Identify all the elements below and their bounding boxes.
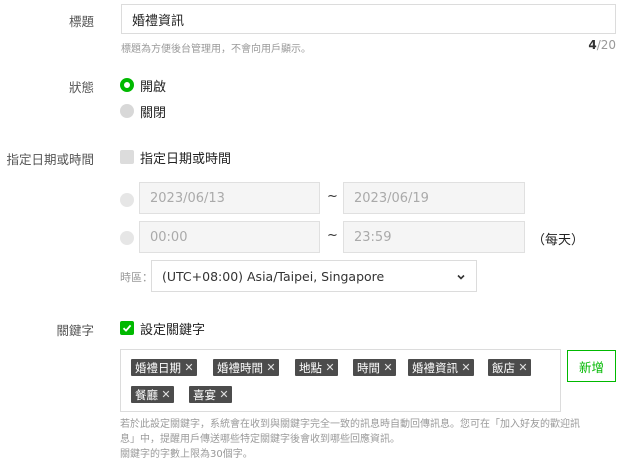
title-input[interactable]: 婚禮資訊 <box>121 4 616 34</box>
add-keyword-button[interactable]: 新增 <box>567 350 616 382</box>
status-label: 狀態 <box>68 80 94 95</box>
time-start-value: 00:00 <box>150 229 188 245</box>
date-start-value: 2023/06/13 <box>150 190 225 206</box>
date-range-tilde: ~ <box>327 189 338 204</box>
status-open-label[interactable]: 開啟 <box>140 76 166 95</box>
date-range-radio[interactable] <box>120 193 134 207</box>
close-icon[interactable]: ✕ <box>458 361 474 374</box>
date-end-value: 2023/06/19 <box>354 190 429 206</box>
close-icon[interactable]: ✕ <box>158 388 174 401</box>
keyword-tag-label: 喜宴 <box>193 387 216 402</box>
keyword-tag: 婚禮資訊 ✕ <box>408 359 474 376</box>
keyword-tag-label: 餐廳 <box>135 387 158 402</box>
datetime-label: 指定日期或時間 <box>6 152 94 167</box>
status-close-label[interactable]: 關閉 <box>140 102 166 121</box>
keyword-tags-box[interactable]: 婚禮日期 ✕ 婚禮時間 ✕ 地點 ✕ 時間 ✕ 婚禮資訊 ✕ 飯店 ✕ 餐廳 ✕ 喜宴 ✕ <box>120 349 561 412</box>
keyword-tag: 婚禮時間 ✕ <box>213 359 279 376</box>
close-icon[interactable]: ✕ <box>216 388 232 401</box>
checkmark-icon <box>122 324 132 332</box>
time-range-tilde: ~ <box>327 228 338 243</box>
datetime-checkbox-label[interactable]: 指定日期或時間 <box>140 148 231 167</box>
keyword-tag-label: 地點 <box>299 360 322 375</box>
keyword-tag: 喜宴 ✕ <box>189 386 232 403</box>
keyword-tag-label: 婚禮時間 <box>217 360 263 375</box>
title-input-value: 婚禮資訊 <box>132 13 185 29</box>
keyword-tag-label: 時間 <box>357 360 380 375</box>
keyword-tag-label: 婚禮資訊 <box>412 360 458 375</box>
title-hint: 標題為方便後台管理用，不會向用戶顯示。 <box>121 44 311 55</box>
chevron-down-icon <box>456 270 466 285</box>
time-end-input[interactable]: 23:59 <box>343 221 525 253</box>
daily-label: （每天） <box>532 233 585 248</box>
close-icon[interactable]: ✕ <box>515 361 531 374</box>
timezone-value: (UTC+08:00) Asia/Taipei, Singapore <box>162 268 385 284</box>
keyword-note-line: 關鍵字的字數上限為30個字。 <box>120 449 253 460</box>
keyword-label: 關鍵字 <box>56 323 94 338</box>
keyword-checkbox[interactable] <box>120 321 134 335</box>
close-icon[interactable]: ✕ <box>380 361 396 374</box>
keyword-tag-label: 飯店 <box>492 360 515 375</box>
title-label: 標題 <box>68 14 94 29</box>
time-end-value: 23:59 <box>354 229 392 245</box>
close-icon[interactable]: ✕ <box>263 361 279 374</box>
title-char-count: 4 <box>588 38 597 52</box>
timezone-label: 時區： <box>120 271 153 284</box>
title-char-max: /20 <box>596 38 616 52</box>
time-start-input[interactable]: 00:00 <box>139 221 320 253</box>
status-open-radio[interactable] <box>120 78 134 92</box>
keyword-tag: 婚禮日期 ✕ <box>131 359 197 376</box>
date-end-input[interactable]: 2023/06/19 <box>343 182 525 214</box>
close-icon[interactable]: ✕ <box>322 361 338 374</box>
keyword-note-line: 若於此設定關鍵字，系統會在收到與關鍵字完全一致的訊息時自動回傳訊息。您可在「加入… <box>120 419 580 430</box>
keyword-tag: 飯店 ✕ <box>488 359 531 376</box>
datetime-checkbox[interactable] <box>120 150 134 164</box>
time-range-radio[interactable] <box>120 231 134 245</box>
title-char-counter: 4/20 <box>588 38 616 52</box>
keyword-tag-label: 婚禮日期 <box>135 360 181 375</box>
status-close-radio[interactable] <box>120 104 134 118</box>
keyword-tag: 時間 ✕ <box>353 359 396 376</box>
keyword-checkbox-label[interactable]: 設定關鍵字 <box>140 319 205 338</box>
date-start-input[interactable]: 2023/06/13 <box>139 182 320 214</box>
keyword-note-line: 息」中，提醒用戶傳送哪些特定關鍵字後會收到哪些回應資訊。 <box>120 434 400 445</box>
close-icon[interactable]: ✕ <box>181 361 197 374</box>
keyword-tag: 地點 ✕ <box>295 359 338 376</box>
timezone-select[interactable]: (UTC+08:00) Asia/Taipei, Singapore <box>151 260 477 292</box>
keyword-tag: 餐廳 ✕ <box>131 386 174 403</box>
